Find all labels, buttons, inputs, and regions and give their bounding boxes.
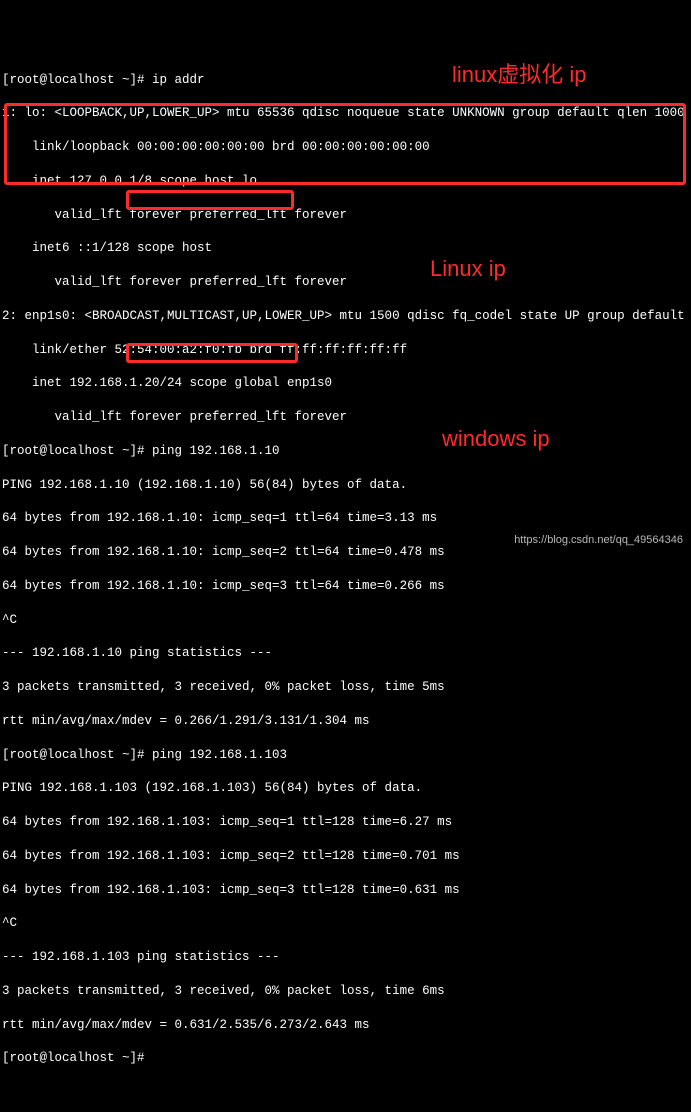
terminal-line: valid_lft forever preferred_lft forever <box>2 274 689 291</box>
watermark: https://blog.csdn.net/qq_49564346 <box>514 533 683 548</box>
terminal-line: [root@localhost ~]# <box>2 1050 689 1067</box>
terminal-line: link/ether 52:54:00:a2:f0:fb brd ff:ff:f… <box>2 342 689 359</box>
terminal-line: 64 bytes from 192.168.1.10: icmp_seq=1 t… <box>2 510 689 527</box>
terminal-line: 64 bytes from 192.168.1.103: icmp_seq=2 … <box>2 848 689 865</box>
terminal-line: valid_lft forever preferred_lft forever <box>2 207 689 224</box>
terminal-line: --- 192.168.1.103 ping statistics --- <box>2 949 689 966</box>
terminal-line: --- 192.168.1.10 ping statistics --- <box>2 645 689 662</box>
terminal-line: ^C <box>2 915 689 932</box>
terminal-line: [root@localhost ~]# ping 192.168.1.103 <box>2 747 689 764</box>
terminal-line: rtt min/avg/max/mdev = 0.631/2.535/6.273… <box>2 1017 689 1034</box>
terminal-line: 64 bytes from 192.168.1.103: icmp_seq=1 … <box>2 814 689 831</box>
terminal-line: 64 bytes from 192.168.1.10: icmp_seq=3 t… <box>2 578 689 595</box>
annotation-linux-vm-ip: linux虚拟化 ip <box>452 60 586 90</box>
terminal-line: valid_lft forever preferred_lft forever <box>2 409 689 426</box>
terminal-line: 2: enp1s0: <BROADCAST,MULTICAST,UP,LOWER… <box>2 308 689 325</box>
annotation-linux-ip: Linux ip <box>430 254 506 284</box>
terminal-line: ^C <box>2 612 689 629</box>
terminal-line: PING 192.168.1.10 (192.168.1.10) 56(84) … <box>2 477 689 494</box>
terminal-line: 3 packets transmitted, 3 received, 0% pa… <box>2 983 689 1000</box>
terminal-line: 1: lo: <LOOPBACK,UP,LOWER_UP> mtu 65536 … <box>2 105 689 122</box>
terminal-line: link/loopback 00:00:00:00:00:00 brd 00:0… <box>2 139 689 156</box>
terminal-line: 3 packets transmitted, 3 received, 0% pa… <box>2 679 689 696</box>
terminal-line: inet6 ::1/128 scope host <box>2 240 689 257</box>
terminal-line: PING 192.168.1.103 (192.168.1.103) 56(84… <box>2 780 689 797</box>
terminal-line: inet 192.168.1.20/24 scope global enp1s0 <box>2 375 689 392</box>
terminal-line: 64 bytes from 192.168.1.103: icmp_seq=3 … <box>2 882 689 899</box>
terminal-line: inet 127.0.0.1/8 scope host lo <box>2 173 689 190</box>
terminal-line: rtt min/avg/max/mdev = 0.266/1.291/3.131… <box>2 713 689 730</box>
annotation-windows-ip: windows ip <box>442 424 550 454</box>
terminal-line: [root@localhost ~]# ping 192.168.1.10 <box>2 443 689 460</box>
